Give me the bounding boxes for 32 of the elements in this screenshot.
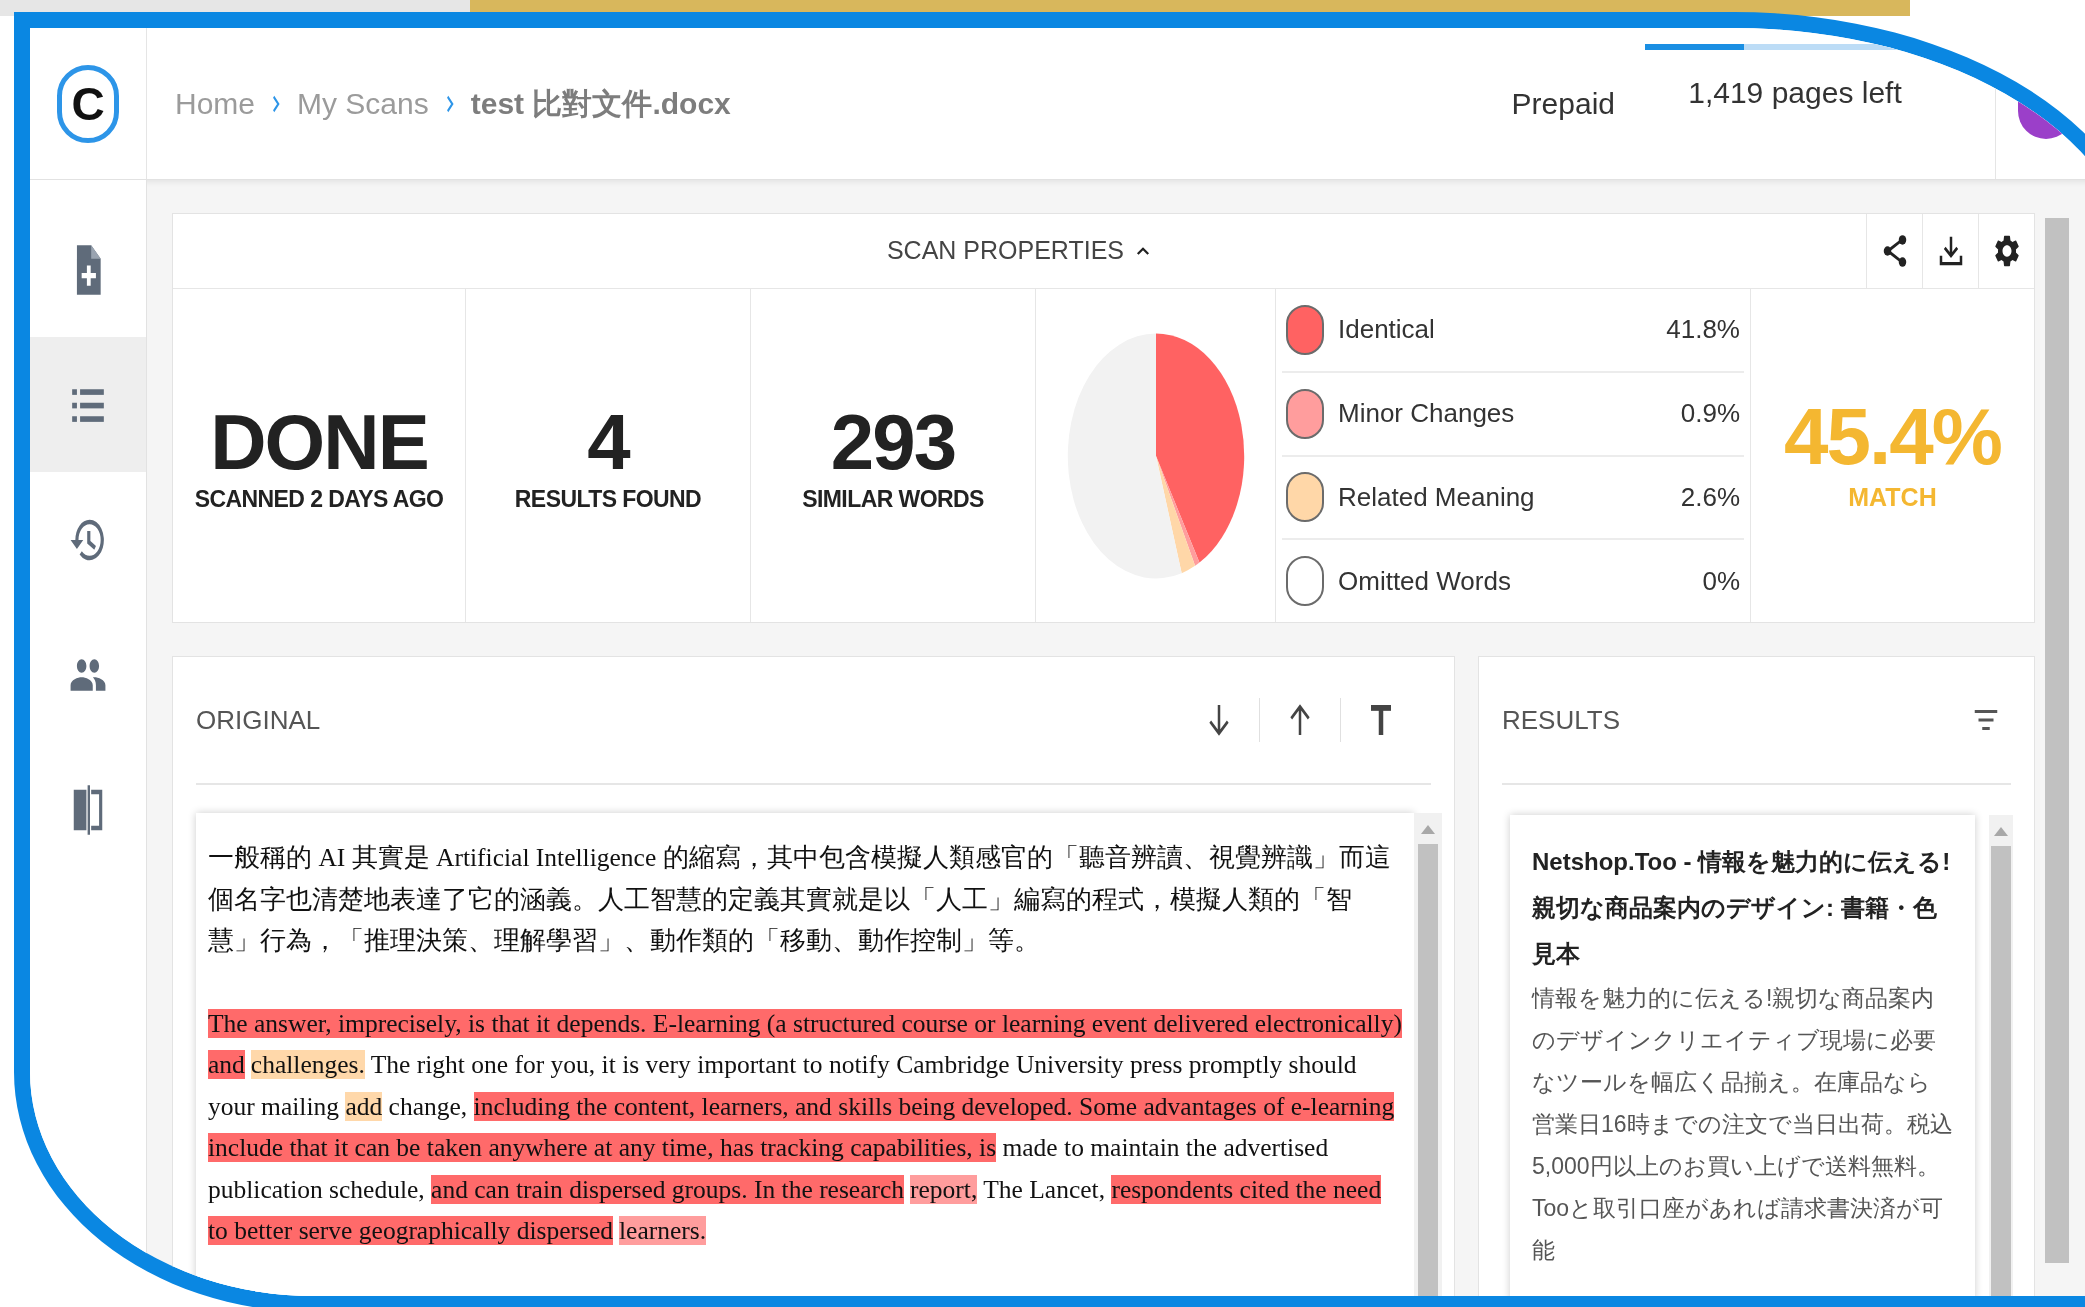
scan-properties-toggle[interactable]: SCAN PROPERTIES [173,214,1866,288]
sidebar-item[interactable] [30,337,146,472]
panel-title: RESULTS [1502,703,1621,737]
pages-left-text: 1,419 pages left [1688,75,1902,111]
stat-value: DONE [210,402,428,483]
legend-label: Identical [1338,313,1436,347]
document-paragraph: 一般稱的 AI 其實是 Artificial Intelligence 的縮寫，其中包含模擬人類感官的「聽音辨讀、視覺辨識」而這個名字也清楚地表達了它的涵義。人工智慧的定義其實就是以「人工」編寫的程式，模擬人類的「智慧」行為，「推理決策、理解學習」、動作類的「移動、動作控制」等。 [208,842,1392,957]
result-card[interactable]: Netshop.Too - 情報を魅力的に伝える! 親切な商品案内のデザイン: 書籍・色見本 情報を魅力的に伝える!親切な商品案内のデザインクリエイティブ現場に必要なツールを幅広く品揃え。在庫品なら営業日16時までの注文で当日出荷。税込5,000円以上のお買い上げで送料無料。Tooと取引口座があれば請求書決済が可能 [1510,815,1975,1296]
legend-percent: 41.8% [1666,313,1740,347]
document-paragraph: The answer, imprecisely, is that it depends. E-learning (a structured course or learning event delivered electronically) and challenges. The right one for you, it is very important to notify Cambridge University press promptly should your mailing add change, including the content, learners, and skills being developed. Some advantages of e-learning include that it can be taken anywhere at any time, has tracking capabilities, is made to maintain the advertised publication schedule, and can train dispersed groups. In the research report, The Lancet, respondents cited the need to better serve geographically dispersed learners. [208,1007,1402,1247]
legend-percent: 2.6% [1680,480,1740,514]
scrollbar[interactable] [1414,813,1442,1296]
plan-label: Prepaid [1511,86,1615,122]
stat-label: RESULTS FOUND [514,485,702,515]
stat-value: 293 [830,402,956,483]
breadcrumb-link[interactable]: test 比對文件.docx [470,81,731,126]
legend-label: Minor Changes [1338,397,1516,431]
stat-label: SCANNED 2 DAYS AGO [194,485,444,515]
match-percent: 45.4% [1784,394,2001,479]
legend-label: Related Meaning [1338,480,1536,514]
legend-percent: 0.9% [1680,397,1740,431]
result-snippet: 情報を魅力的に伝える!親切な商品案内のデザインクリエイティブ現場に必要なツールを幅広く品揃え。在庫品なら営業日16時までの注文で当日出荷。税込5,000円以上のお買い上げで送料無料。Tooと取引口座があれば請求書決済が可能 [1532,984,1953,1265]
stat-label: SIMILAR WORDS [802,485,984,515]
stat-value: 4 [587,402,629,483]
logo[interactable]: C [57,64,119,143]
legend-percent: 0% [1702,564,1740,598]
panel-title: ORIGINAL [196,703,322,737]
scrollbar[interactable] [1989,815,2013,1296]
match-label: MATCH [1848,481,1937,513]
result-title: Netshop.Too - 情報を魅力的に伝える! 親切な商品案内のデザイン: 書籍・色見本 [1532,847,1952,969]
legend-label: Omitted Words [1338,564,1512,598]
scrollbar[interactable] [2045,218,2069,1263]
